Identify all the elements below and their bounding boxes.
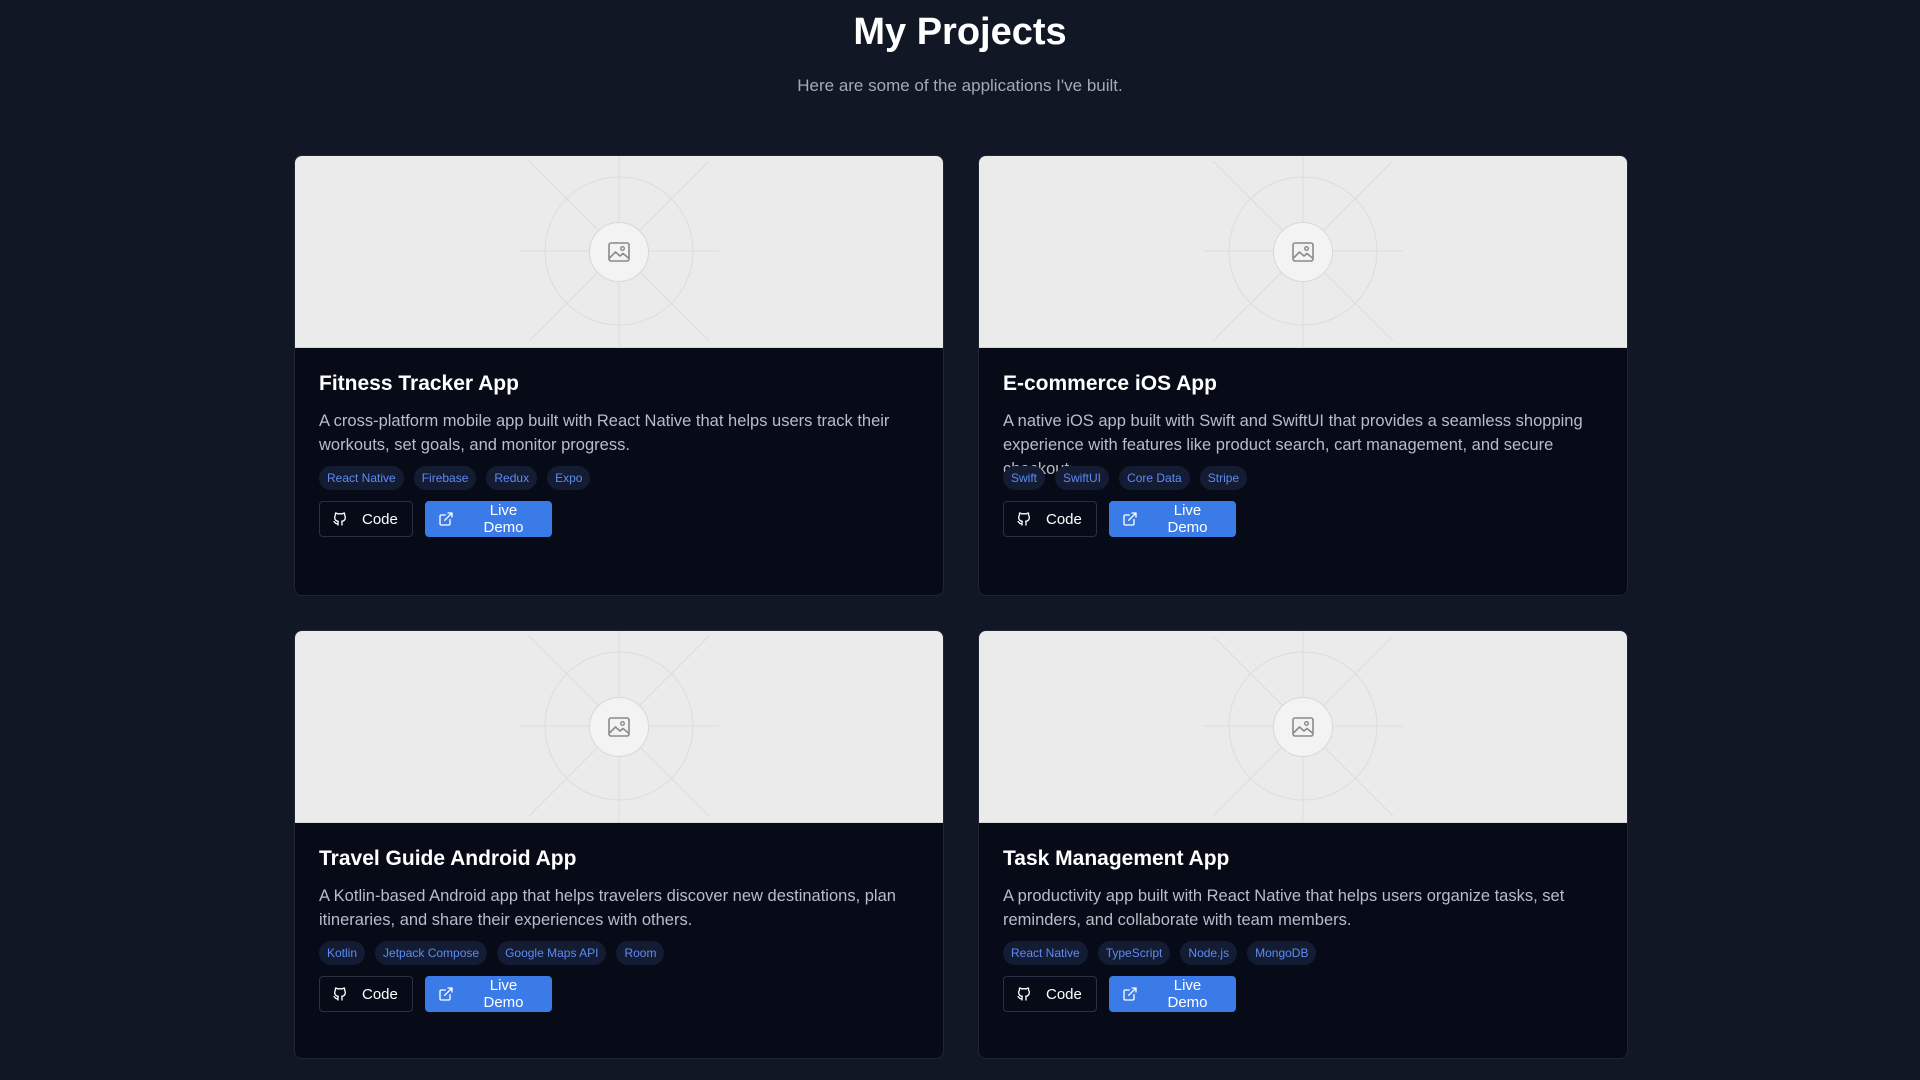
code-button-label: Code xyxy=(362,985,398,1003)
code-button-label: Code xyxy=(1046,985,1082,1003)
live-demo-button-label: Live Demo xyxy=(1167,977,1208,1011)
tech-tag: Kotlin xyxy=(319,941,366,965)
external-link-icon xyxy=(438,511,454,527)
project-content: E-commerce iOS App A native iOS app buil… xyxy=(979,348,1627,481)
tech-tag: Expo xyxy=(547,466,591,490)
project-description: A cross-platform mobile app built with R… xyxy=(319,412,890,454)
live-demo-button-label: Live Demo xyxy=(483,977,524,1011)
project-title: Task Management App xyxy=(1003,847,1230,870)
github-icon xyxy=(332,511,348,527)
tech-tag: React Native xyxy=(1003,941,1088,965)
project-actions: Code Live Demo xyxy=(319,976,552,1012)
tech-tag: Room xyxy=(616,941,665,965)
tech-tag: MongoDB xyxy=(1247,941,1317,965)
project-card: Fitness Tracker App A cross-platform mob… xyxy=(294,155,944,596)
page-title: My Projects xyxy=(853,11,1067,53)
tech-tag: SwiftUI xyxy=(1055,466,1110,490)
tech-tags: React Native TypeScript Node.js MongoDB xyxy=(1003,941,1317,965)
tech-tag: Node.js xyxy=(1180,941,1238,965)
code-button[interactable]: Code xyxy=(319,501,413,537)
tech-tag: Firebase xyxy=(413,466,477,490)
project-actions: Code Live Demo xyxy=(319,501,552,537)
project-content: Fitness Tracker App A cross-platform mob… xyxy=(295,348,943,457)
project-description: A Kotlin-based Android app that helps tr… xyxy=(319,887,896,929)
project-title: Fitness Tracker App xyxy=(319,372,519,395)
live-demo-button-label: Live Demo xyxy=(1167,502,1208,536)
code-button[interactable]: Code xyxy=(1003,501,1097,537)
tech-tag: Jetpack Compose xyxy=(375,941,488,965)
live-demo-button[interactable]: Live Demo xyxy=(425,976,552,1012)
code-button-label: Code xyxy=(1046,510,1082,528)
project-card: E-commerce iOS App A native iOS app buil… xyxy=(978,155,1628,596)
project-thumbnail xyxy=(295,631,943,823)
live-demo-button-label: Live Demo xyxy=(483,502,524,536)
code-button[interactable]: Code xyxy=(319,976,413,1012)
project-thumbnail xyxy=(295,156,943,348)
tech-tag: React Native xyxy=(319,466,404,490)
project-actions: Code Live Demo xyxy=(1003,976,1236,1012)
page-subtitle: Here are some of the applications I've b… xyxy=(797,76,1123,95)
github-icon xyxy=(332,986,348,1002)
projects-page: My Projects Here are some of the applica… xyxy=(0,0,1920,1080)
tech-tags: Kotlin Jetpack Compose Google Maps API Room xyxy=(319,941,665,965)
code-button-label: Code xyxy=(362,510,398,528)
live-demo-button[interactable]: Live Demo xyxy=(1109,501,1236,537)
section-header: My Projects Here are some of the applica… xyxy=(0,12,1920,97)
github-icon xyxy=(1016,986,1032,1002)
project-card: Travel Guide Android App A Kotlin-based … xyxy=(294,630,944,1059)
project-card: Task Management App A productivity app b… xyxy=(978,630,1628,1059)
project-description: A productivity app built with React Nati… xyxy=(1003,887,1565,929)
code-button[interactable]: Code xyxy=(1003,976,1097,1012)
project-thumbnail xyxy=(979,156,1627,348)
image-icon xyxy=(589,221,649,282)
external-link-icon xyxy=(438,986,454,1002)
tech-tag: Swift xyxy=(1003,466,1046,490)
project-content: Task Management App A productivity app b… xyxy=(979,823,1627,932)
tech-tag: Google Maps API xyxy=(497,941,607,965)
tech-tags: Swift SwiftUI Core Data Stripe xyxy=(1003,466,1248,490)
live-demo-button[interactable]: Live Demo xyxy=(425,501,552,537)
tech-tag: TypeScript xyxy=(1097,941,1171,965)
project-title: Travel Guide Android App xyxy=(319,847,577,870)
projects-grid: Fitness Tracker App A cross-platform mob… xyxy=(294,155,1628,1059)
tech-tag: Core Data xyxy=(1119,466,1190,490)
project-content: Travel Guide Android App A Kotlin-based … xyxy=(295,823,943,932)
tech-tag: Redux xyxy=(486,466,538,490)
tech-tags: React Native Firebase Redux Expo xyxy=(319,466,591,490)
image-icon xyxy=(1273,696,1333,757)
github-icon xyxy=(1016,511,1032,527)
external-link-icon xyxy=(1122,986,1138,1002)
tech-tag: Stripe xyxy=(1199,466,1248,490)
project-actions: Code Live Demo xyxy=(1003,501,1236,537)
live-demo-button[interactable]: Live Demo xyxy=(1109,976,1236,1012)
project-thumbnail xyxy=(979,631,1627,823)
image-icon xyxy=(589,696,649,757)
project-title: E-commerce iOS App xyxy=(1003,372,1217,395)
external-link-icon xyxy=(1122,511,1138,527)
image-icon xyxy=(1273,221,1333,282)
